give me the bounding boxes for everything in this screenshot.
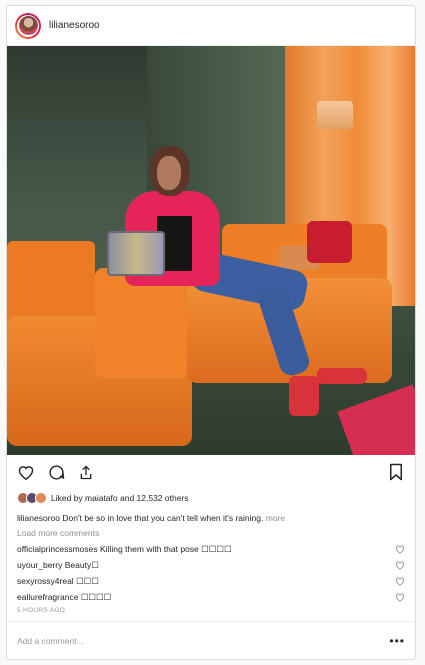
add-comment-input[interactable] [17,635,390,646]
comment-row: officialprincessmoses Killing them with … [7,541,415,557]
comment-row: eallurefragrance ☐☐☐☐ [7,589,415,605]
post-timestamp[interactable]: 5 HOURS AGO [7,605,415,621]
share-button[interactable] [75,461,97,483]
comment-content: sexyrossy4real ☐☐☐ [17,576,395,587]
comment-text: ☐☐☐☐ [80,591,112,602]
photo-shoe-left [289,376,319,416]
comment-heart-icon[interactable] [395,592,405,602]
comment-username[interactable]: sexyrossy4real [17,576,74,586]
likes-row[interactable]: Liked by maiatafo and 12,532 others [7,489,415,507]
likes-count[interactable]: Liked by maiatafo and 12,532 others [51,493,189,503]
avatar-inner [17,14,39,37]
comment-username[interactable]: uyour_berry [17,560,62,570]
comment-username[interactable]: officialprincessmoses [17,544,98,554]
caption-text: Don't be so in love that you can't tell … [62,513,264,523]
comment-heart-icon[interactable] [395,576,405,586]
photo-pillow-red [307,221,352,263]
comment-username[interactable]: eallurefragrance [17,592,78,602]
comment-text: ☐☐☐ [76,575,99,586]
more-options-icon[interactable]: ••• [389,634,405,648]
heart-icon [18,466,34,480]
load-more-comments[interactable]: Load more comments [7,525,415,541]
comment-content: eallurefragrance ☐☐☐☐ [17,592,395,603]
share-icon [80,465,92,479]
caption: lilianesoroo Don't be so in love that yo… [7,507,415,525]
post-username[interactable]: lilianesoroo [49,20,100,31]
comment-heart-icon[interactable] [395,544,405,554]
avatar[interactable] [15,12,41,39]
comment-heart-icon[interactable] [395,560,405,570]
post-photo[interactable] [7,46,415,455]
comment-text: Killing them with that pose ☐☐☐☐ [100,543,232,554]
photo-handbag [107,231,165,276]
comment-content: uyour_berry Beauty☐ [17,560,395,571]
comment-button[interactable] [45,461,67,483]
comment-text: Beauty☐ [64,559,99,570]
bookmark-icon [390,463,402,481]
avatar-image [18,16,38,35]
comment-row: sexyrossy4real ☐☐☐ [7,573,415,589]
photo-lamp [317,101,353,129]
post-card: lilianesoroo Liked by maiatafo and 12,53… [6,5,416,660]
comment-row: uyour_berry Beauty☐ [7,557,415,573]
add-comment-bar: ••• [7,621,415,659]
comment-content: officialprincessmoses Killing them with … [17,544,395,555]
like-button[interactable] [15,461,37,483]
photo-shoe-right [317,368,367,384]
comment-icon [48,464,64,480]
save-button[interactable] [385,461,407,483]
action-bar [7,455,415,489]
post-header: lilianesoroo [7,6,415,46]
caption-username[interactable]: lilianesoroo [17,513,60,523]
photo-face [157,156,181,190]
liker-avatar-3 [35,492,47,504]
caption-more-link[interactable]: more [266,513,285,523]
